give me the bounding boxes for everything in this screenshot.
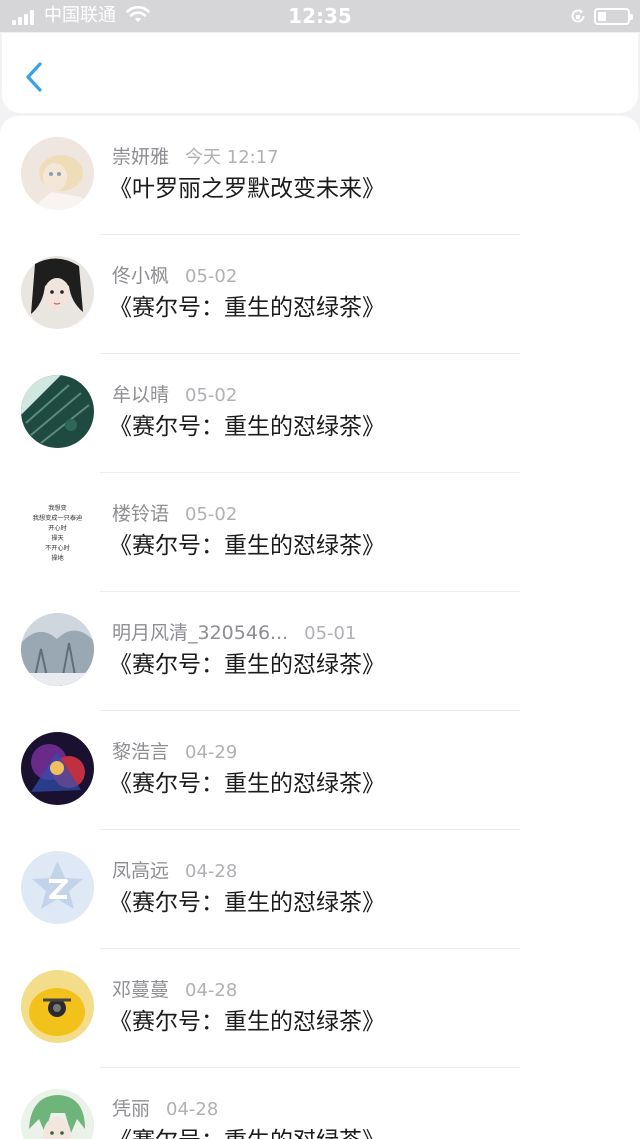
list-item[interactable]: 黎浩言 04-29 《赛尔号：重生的怼绿茶》 bbox=[0, 711, 640, 830]
book-title: 《赛尔号：重生的怼绿茶》 bbox=[109, 1124, 385, 1139]
avatar-text-line: 开心时 bbox=[48, 524, 67, 532]
avatar bbox=[21, 732, 94, 805]
avatar bbox=[21, 613, 94, 686]
comment-meta: 崇妍雅 今天 12:17 bbox=[112, 142, 279, 172]
avatar bbox=[21, 137, 94, 210]
comment-date: 05-02 bbox=[185, 504, 238, 525]
user-name: 楼铃语 bbox=[112, 503, 170, 525]
book-title: 《赛尔号：重生的怼绿茶》 bbox=[109, 652, 385, 678]
list-item[interactable]: 我想变 我想变成一只泰迪 开心时 操天 不开心时 操地 楼铃语 05-02 《赛尔… bbox=[0, 473, 640, 592]
comment-date: 04-29 bbox=[185, 742, 238, 763]
status-bar: 中国联通 12:35 bbox=[0, 0, 640, 32]
book-title: 《赛尔号：重生的怼绿茶》 bbox=[109, 890, 385, 916]
list-item[interactable]: 崇妍雅 今天 12:17 《叶罗丽之罗默改变未来》 bbox=[0, 116, 640, 235]
list-item[interactable]: 邓蔓蔓 04-28 《赛尔号：重生的怼绿茶》 bbox=[0, 949, 640, 1068]
list-item[interactable]: 牟以晴 05-02 《赛尔号：重生的怼绿茶》 bbox=[0, 354, 640, 473]
avatar-text-line: 我想变 bbox=[48, 504, 67, 512]
user-name: 佟小枫 bbox=[112, 265, 170, 287]
comment-meta: 明月风清_320546... 05-01 bbox=[112, 618, 356, 648]
avatar bbox=[21, 1089, 94, 1139]
screen: 中国联通 12:35 崇妍雅 今天 12:17 《叶罗丽之罗默改变未来》 佟小枫… bbox=[0, 0, 640, 1139]
list-item[interactable]: 凤高远 04-28 《赛尔号：重生的怼绿茶》 bbox=[0, 830, 640, 949]
user-name: 凤高远 bbox=[112, 860, 170, 882]
comment-meta: 佟小枫 05-02 bbox=[112, 261, 237, 291]
rotation-lock-icon bbox=[571, 9, 585, 23]
comment-date: 05-02 bbox=[185, 266, 238, 287]
avatar-text-line: 不开心时 bbox=[45, 544, 70, 552]
book-title: 《赛尔号：重生的怼绿茶》 bbox=[109, 771, 385, 797]
comment-list: 崇妍雅 今天 12:17 《叶罗丽之罗默改变未来》 佟小枫 05-02 《赛尔号：重… bbox=[0, 116, 640, 1139]
comment-meta: 楼铃语 05-02 bbox=[112, 499, 237, 529]
book-title: 《赛尔号：重生的怼绿茶》 bbox=[109, 295, 385, 321]
comment-meta: 黎浩言 04-29 bbox=[112, 737, 237, 767]
user-name: 崇妍雅 bbox=[112, 146, 170, 168]
user-name: 黎浩言 bbox=[112, 741, 170, 763]
comment-meta: 凭丽 04-28 bbox=[112, 1094, 218, 1124]
book-title: 《赛尔号：重生的怼绿茶》 bbox=[109, 414, 385, 440]
avatar bbox=[21, 970, 94, 1043]
avatar bbox=[21, 375, 94, 448]
avatar bbox=[21, 851, 94, 924]
comment-date: 04-28 bbox=[185, 861, 238, 882]
book-title: 《叶罗丽之罗默改变未来》 bbox=[109, 176, 385, 202]
book-title: 《赛尔号：重生的怼绿茶》 bbox=[109, 533, 385, 559]
comment-date: 今天 12:17 bbox=[185, 147, 279, 168]
nav-header bbox=[2, 33, 638, 113]
user-name: 邓蔓蔓 bbox=[112, 979, 170, 1001]
list-item[interactable]: 明月风清_320546... 05-01 《赛尔号：重生的怼绿茶》 bbox=[0, 592, 640, 711]
user-name: 明月风清_320546... bbox=[112, 622, 289, 644]
comment-date: 05-02 bbox=[185, 385, 238, 406]
avatar-text-line: 我想变成一只泰迪 bbox=[33, 514, 83, 522]
list-item[interactable]: 佟小枫 05-02 《赛尔号：重生的怼绿茶》 bbox=[0, 235, 640, 354]
comment-meta: 邓蔓蔓 04-28 bbox=[112, 975, 237, 1005]
user-name: 凭丽 bbox=[112, 1098, 151, 1120]
avatar-text-line: 操天 bbox=[51, 534, 63, 542]
comment-date: 05-01 bbox=[304, 623, 357, 644]
status-time: 12:35 bbox=[288, 4, 352, 28]
comment-meta: 牟以晴 05-02 bbox=[112, 380, 237, 410]
battery-icon bbox=[594, 8, 633, 25]
comment-meta: 凤高远 04-28 bbox=[112, 856, 237, 886]
back-button[interactable] bbox=[20, 59, 50, 95]
avatar: 我想变 我想变成一只泰迪 开心时 操天 不开心时 操地 bbox=[21, 494, 94, 567]
user-name: 牟以晴 bbox=[112, 384, 170, 406]
list-item[interactable]: 凭丽 04-28 《赛尔号：重生的怼绿茶》 bbox=[0, 1068, 640, 1139]
avatar bbox=[21, 256, 94, 329]
chevron-left-icon bbox=[26, 62, 42, 92]
comment-date: 04-28 bbox=[185, 980, 238, 1001]
comment-date: 04-28 bbox=[166, 1099, 219, 1120]
avatar-text-line: 操地 bbox=[51, 554, 63, 562]
book-title: 《赛尔号：重生的怼绿茶》 bbox=[109, 1009, 385, 1035]
